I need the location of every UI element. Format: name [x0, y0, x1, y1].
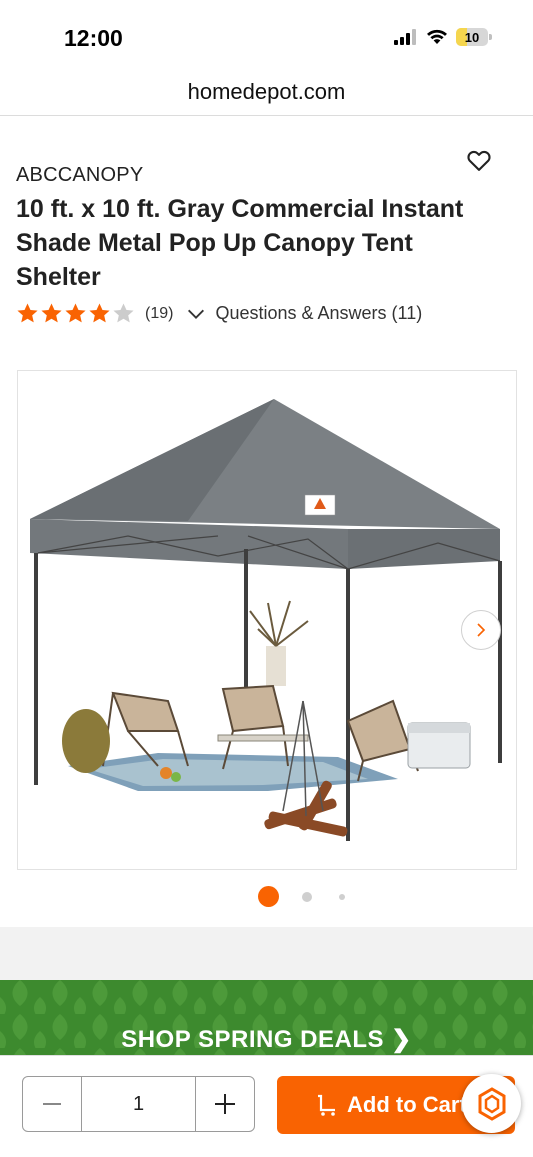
chevron-right-icon: [477, 623, 486, 637]
heart-icon[interactable]: [465, 146, 493, 174]
canopy-tent-illustration: [30, 399, 502, 841]
gallery-dot[interactable]: [339, 894, 345, 900]
product-image[interactable]: [17, 370, 517, 870]
url-bar[interactable]: homedepot.com: [0, 70, 533, 116]
wifi-icon: [427, 29, 447, 44]
decrease-quantity-button[interactable]: [23, 1077, 81, 1131]
promo-text[interactable]: SHOP SPRING DEALS ❯: [0, 1025, 533, 1054]
quantity-input[interactable]: 1: [81, 1077, 196, 1131]
minus-icon: [43, 1103, 61, 1105]
cart-icon: [318, 1094, 335, 1116]
star-filled-icon: [41, 303, 62, 323]
promo-banner[interactable]: SHOP SPRING DEALS ❯: [0, 980, 533, 1055]
chat-assistant-icon: [478, 1086, 505, 1121]
battery-icon: 10: [456, 28, 492, 46]
gallery-pagination: [0, 886, 533, 908]
product-brand[interactable]: ABCCANOPY: [16, 164, 143, 187]
star-filled-icon: [89, 303, 110, 323]
status-bar: 12:00 10: [0, 0, 533, 70]
quantity-stepper: 1: [22, 1076, 255, 1132]
status-icons: 10: [394, 28, 492, 46]
increase-quantity-button[interactable]: [196, 1077, 254, 1131]
gallery-dot[interactable]: [302, 892, 312, 902]
potted-plant: [249, 600, 309, 686]
url-text: homedepot.com: [187, 79, 346, 104]
plus-icon: [215, 1094, 235, 1114]
cooler-box: [407, 722, 471, 769]
canopy-valance-front: [30, 519, 348, 569]
section-separator: [0, 927, 533, 980]
fruit: [160, 767, 172, 779]
fruit: [171, 772, 181, 782]
battery-level: 10: [464, 29, 480, 45]
camp-table: [217, 734, 309, 742]
chevron-down-icon[interactable]: [185, 303, 207, 325]
star-rating: [16, 302, 135, 325]
chat-assistant-button[interactable]: [462, 1074, 521, 1133]
product-title: 10 ft. x 10 ft. Gray Commercial Instant …: [16, 195, 464, 291]
backpack: [62, 709, 110, 773]
star-empty-icon: [113, 303, 134, 323]
product-header: ABCCANOPY 10 ft. x 10 ft. Gray Commercia…: [0, 116, 533, 353]
purchase-bar: 1 Add to Cart: [0, 1055, 533, 1157]
star-filled-icon: [65, 303, 86, 323]
rating-row[interactable]: (19) Questions & Answers (11): [16, 302, 422, 325]
status-time: 12:00: [64, 25, 123, 51]
add-to-cart-label: Add to Cart: [347, 1092, 467, 1117]
questions-answers-link[interactable]: Questions & Answers (11): [215, 303, 422, 324]
next-image-button[interactable]: [461, 610, 501, 650]
product-gallery: [0, 352, 533, 927]
star-filled-icon: [17, 303, 38, 323]
review-count[interactable]: (19): [145, 305, 173, 323]
gallery-dot-active[interactable]: [258, 886, 279, 907]
signal-icon: [394, 29, 416, 45]
